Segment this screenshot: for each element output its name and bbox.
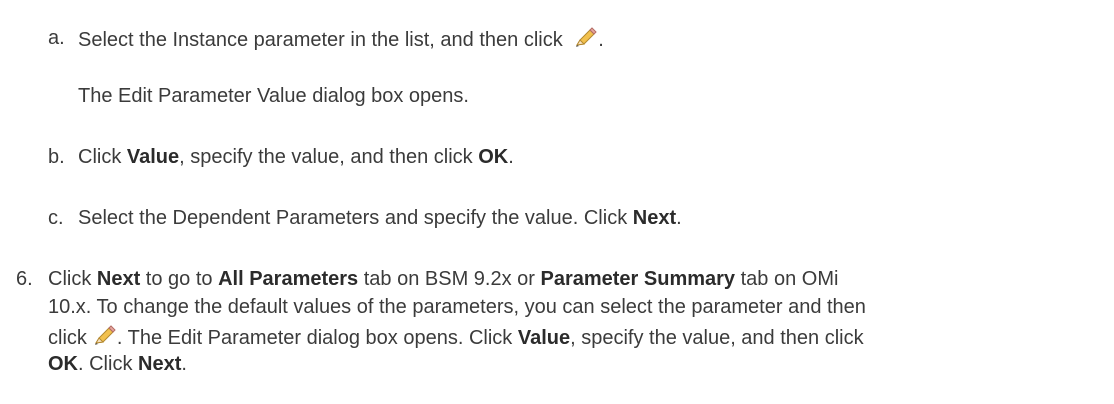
step-6-l1-next: Next [96,268,141,290]
step-6-line-3: click . The Edit Parameter dialog box op… [48,324,864,350]
step-b-ok: OK [478,146,509,168]
step-a-text-2: . [598,29,604,51]
step-6-l3-t2: . The Edit Parameter dialog box opens. C… [116,327,518,349]
step-6-l3-value: Value [517,327,571,349]
step-6-l1-t1: Click [48,268,97,290]
step-6-l4-t1: . Click [78,353,138,375]
step-6-line-4: OK. Click Next. [48,352,187,376]
step-b-t3: . [508,146,514,168]
step-a-marker: a. [48,27,65,49]
step-c-t1: Select the Dependent Parameters and spec… [78,207,633,229]
step-6-l4-t2: . [181,353,187,375]
step-b-value: Value [126,146,180,168]
step-c-next: Next [632,207,677,229]
step-6-l3-t1: click [48,327,87,349]
step-a-note: The Edit Parameter Value dialog box open… [78,85,469,107]
step-b-marker: b. [48,146,65,168]
step-6-l1-parameter-summary: Parameter Summary [540,268,736,290]
pencil-icon [91,324,117,348]
step-6-line-2: 10.x. To change the default values of th… [48,296,866,318]
step-b-t1: Click [78,146,127,168]
step-6-l1-t4: tab on OMi [735,268,839,290]
step-a-text: Select the Instance parameter in the lis… [78,26,604,52]
pencil-icon [572,26,598,50]
step-6-l1-all-parameters: All Parameters [218,268,359,290]
step-6-line-1: Click Next to go to All Parameters tab o… [48,267,838,291]
step-a-text-1: Select the Instance parameter in the lis… [78,29,563,51]
step-6-marker: 6. [16,268,33,290]
step-b-t2: , specify the value, and then click [179,146,479,168]
step-6-l1-t3: tab on BSM 9.2x or [358,268,541,290]
step-c-marker: c. [48,207,64,229]
step-c-text: Select the Dependent Parameters and spec… [78,206,682,230]
step-6-l4-next: Next [138,353,182,375]
step-6-l3-t3: , specify the value, and then click [570,327,864,349]
step-b-text: Click Value, specify the value, and then… [78,145,514,169]
step-6-l4-ok: OK [48,353,78,375]
step-6-l1-t2: to go to [140,268,219,290]
step-c-t2: . [676,207,682,229]
